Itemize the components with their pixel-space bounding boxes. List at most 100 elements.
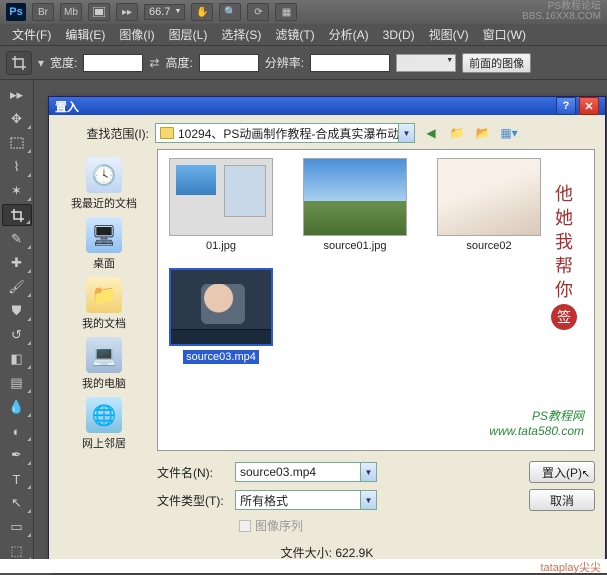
menu-3d[interactable]: 3D(D) [377,26,421,44]
filetype-value: 所有格式 [240,492,372,509]
resolution-label: 分辨率: [265,54,304,71]
crop-tool-icon[interactable] [6,51,32,75]
resolution-input[interactable] [310,54,390,72]
gradient-tool[interactable]: ▤ [2,372,32,394]
image-sequence-checkbox [239,520,251,532]
menu-window[interactable]: 窗口(W) [477,24,532,45]
blur-tool[interactable]: 💧 [2,396,32,418]
menu-filter[interactable]: 滤镜(T) [269,24,320,45]
extras-button[interactable]: ▦ [275,3,297,21]
filename-value: source03.mp4 [240,465,372,479]
chevron-down-icon[interactable]: ▼ [360,463,376,481]
file-thumb[interactable]: 01.jpg [166,158,276,252]
eraser-tool[interactable]: ◧ [2,348,32,370]
place-recent[interactable]: 🕓 我最近的文档 [71,157,137,211]
marquee-tool[interactable] [2,132,32,154]
place-button[interactable]: 置入(P)↖ [529,461,595,483]
width-input[interactable] [83,54,143,72]
dodge-tool[interactable]: ◐ [2,420,32,442]
site-watermark: PS教程网 www.tata580.com [489,409,584,440]
menu-file[interactable]: 文件(F) [6,24,57,45]
toolbox: ▸▸ ✥ ⌇ ✶ ✎ ✚ 🖌 ⛊ ↺ ◧ ▤ 💧 ◐ ✒ T ↖ ▭ ⬚ [0,80,34,566]
options-bar: ▾ 宽度: ⇄ 高度: 分辨率: 像素/… 前面的图像 [0,46,607,80]
filename-combo[interactable]: source03.mp4 ▼ [235,462,377,482]
place-network[interactable]: 🌐 网上邻居 [82,397,126,451]
help-button[interactable]: ? [556,97,576,115]
places-bar: 🕓 我最近的文档 🖥 桌面 📁 我的文档 💻 我的电脑 🌐 网上邻 [59,149,149,451]
file-list[interactable]: 01.jpg source01.jpg source02 source03.mp… [157,149,595,451]
path-select-tool[interactable]: ↖ [2,492,32,514]
cancel-button[interactable]: 取消 [529,489,595,511]
computer-icon: 💻 [86,337,122,373]
forum-watermark: PS教程论坛 BBS.16XX8.COM [522,2,601,22]
mb-button[interactable]: Mb [60,3,82,21]
lookin-label: 查找范围(I): [59,125,149,142]
swap-icon[interactable]: ⇄ [149,56,159,70]
menu-edit[interactable]: 编辑(E) [59,24,111,45]
arrange-button[interactable]: ▸▸ [116,3,138,21]
back-icon[interactable]: ◀ [421,123,441,143]
stamp-tool[interactable]: ⛊ [2,300,32,322]
dialog-titlebar[interactable]: 置入 ? ✕ [49,97,605,115]
place-mycomputer[interactable]: 💻 我的电脑 [82,337,126,391]
file-thumb-selected[interactable]: source03.mp4 [166,268,276,364]
type-tool[interactable]: T [2,468,32,490]
width-label: 宽度: [50,54,77,71]
filetype-label: 文件类型(T): [157,492,225,509]
height-input[interactable] [199,54,259,72]
ps-logo: Ps [6,3,26,21]
file-thumb[interactable]: source01.jpg [300,158,410,252]
menu-layer[interactable]: 图层(L) [163,24,214,45]
chevron-down-icon[interactable]: ▼ [398,124,414,142]
filetype-combo[interactable]: 所有格式 ▼ [235,490,377,510]
lookin-value: 10294、PS动画制作教程-合成真实瀑布动 [178,125,410,142]
height-label: 高度: [165,54,192,71]
close-button[interactable]: ✕ [579,97,599,115]
place-dialog: 置入 ? ✕ 查找范围(I): 10294、PS动画制作教程-合成真实瀑布动 ▼… [48,96,606,572]
chevron-down-icon[interactable]: ▼ [360,491,376,509]
place-mydocs[interactable]: 📁 我的文档 [82,277,126,331]
quick-select-tool[interactable]: ✶ [2,180,32,202]
lasso-tool[interactable]: ⌇ [2,156,32,178]
menu-image[interactable]: 图像(I) [113,24,160,45]
menu-view[interactable]: 视图(V) [423,24,475,45]
br-button[interactable]: Br [32,3,54,21]
lookin-combo[interactable]: 10294、PS动画制作教程-合成真实瀑布动 ▼ [155,123,415,143]
documents-icon: 📁 [86,277,122,313]
hand-tool-shortcut[interactable]: ✋ [191,3,213,21]
page-credit: tataplay尖尖 [0,559,607,573]
network-icon: 🌐 [86,397,122,433]
collapse-icon[interactable]: ▸▸ [2,84,32,106]
brush-tool[interactable]: 🖌 [2,276,32,298]
screen-mode-button[interactable] [88,3,110,21]
up-icon[interactable]: 📁 [447,123,467,143]
front-image-button[interactable]: 前面的图像 [462,53,531,73]
cursor-icon: ↖ [582,469,590,480]
zoom-select[interactable]: 66.7 [144,4,185,20]
shape-tool[interactable]: ▭ [2,516,32,538]
desktop-icon: 🖥 [86,217,122,253]
app-titlebar: Ps Br Mb ▸▸ 66.7 ✋ 🔍 ⟳ ▦ PS教程论坛 BBS.16XX… [0,0,607,24]
menu-select[interactable]: 选择(S) [215,24,267,45]
rotate-view-shortcut[interactable]: ⟳ [247,3,269,21]
new-folder-icon[interactable]: 📂 [473,123,493,143]
image-sequence-label: 图像序列 [255,517,303,534]
crop-tool[interactable] [2,204,32,226]
zoom-tool-shortcut[interactable]: 🔍 [219,3,241,21]
healing-tool[interactable]: ✚ [2,252,32,274]
menu-bar: 文件(F) 编辑(E) 图像(I) 图层(L) 选择(S) 滤镜(T) 分析(A… [0,24,607,46]
file-thumb[interactable]: source02 [434,158,544,252]
menu-analysis[interactable]: 分析(A) [323,24,375,45]
eyedropper-tool[interactable]: ✎ [2,228,32,250]
unit-select[interactable]: 像素/… [396,54,456,72]
decorative-stamp: 他 她 我 帮 你 签 [544,180,584,340]
dialog-title-text: 置入 [55,98,79,115]
filename-label: 文件名(N): [157,464,225,481]
place-desktop[interactable]: 🖥 桌面 [86,217,122,271]
view-menu-icon[interactable]: ▦▾ [499,123,519,143]
history-brush-tool[interactable]: ↺ [2,324,32,346]
pen-tool[interactable]: ✒ [2,444,32,466]
folder-icon [160,127,174,139]
recent-icon: 🕓 [86,157,122,193]
move-tool[interactable]: ✥ [2,108,32,130]
